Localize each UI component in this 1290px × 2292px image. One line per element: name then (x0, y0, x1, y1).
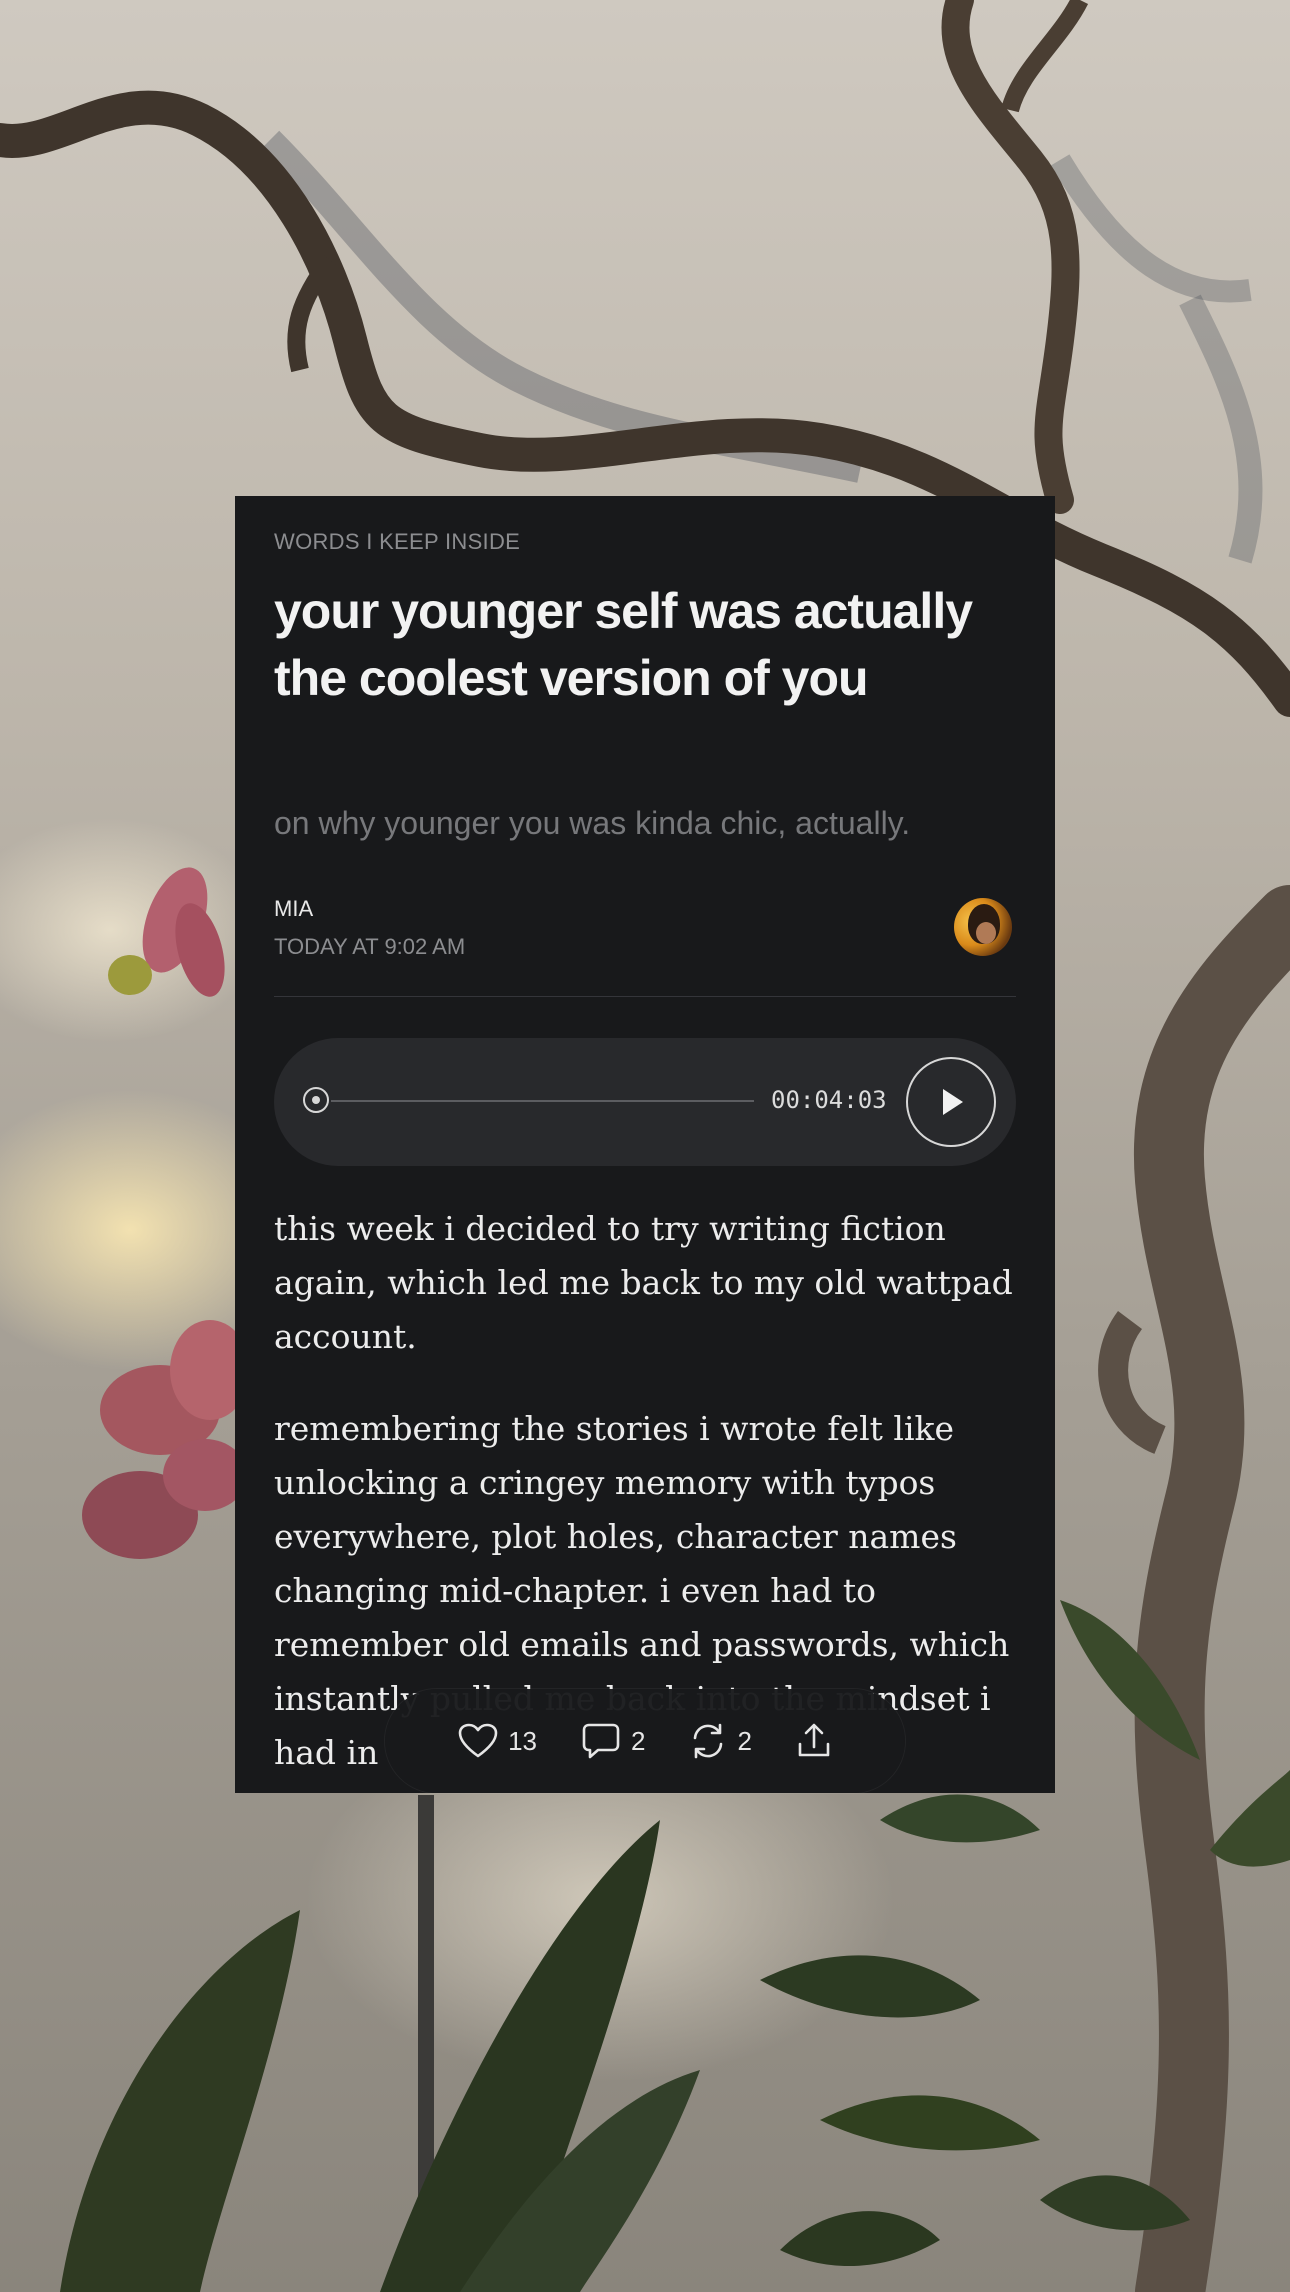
restack-button[interactable]: 2 (689, 1711, 752, 1771)
post-title: your younger self was actually the coole… (274, 583, 973, 706)
post-subtitle: on why younger you was kinda chic, actua… (274, 805, 911, 841)
share-icon (796, 1722, 832, 1760)
comment-button[interactable]: 2 (581, 1711, 645, 1771)
avatar[interactable] (954, 898, 1012, 956)
play-icon (943, 1089, 963, 1115)
scrubber-knob[interactable] (303, 1087, 329, 1113)
post-date: TODAY AT 9:02 AM (274, 934, 466, 959)
share-button[interactable] (796, 1711, 832, 1771)
restack-count: 2 (737, 1725, 752, 1756)
restack-arrows-icon (689, 1722, 727, 1760)
avatar-face (976, 922, 996, 944)
post-card: WORDS I KEEP INSIDE your younger self wa… (235, 496, 1055, 1793)
play-button[interactable] (906, 1057, 996, 1147)
audio-player: 00:04:03 (274, 1038, 1016, 1166)
like-button[interactable]: 13 (458, 1711, 537, 1771)
action-bar: 13 2 2 (385, 1689, 905, 1793)
audio-duration: 00:04:03 (771, 1086, 887, 1114)
author-name[interactable]: MIA (274, 896, 313, 922)
divider (274, 996, 1016, 997)
scrubber-track[interactable] (331, 1100, 754, 1102)
body-paragraph: this week i decided to try writing ficti… (274, 1209, 1013, 1356)
heart-icon (458, 1723, 498, 1759)
comment-count: 2 (630, 1725, 646, 1756)
publication-name[interactable]: WORDS I KEEP INSIDE (274, 529, 520, 555)
like-count: 13 (508, 1725, 537, 1756)
comment-bubble-icon (581, 1722, 621, 1760)
